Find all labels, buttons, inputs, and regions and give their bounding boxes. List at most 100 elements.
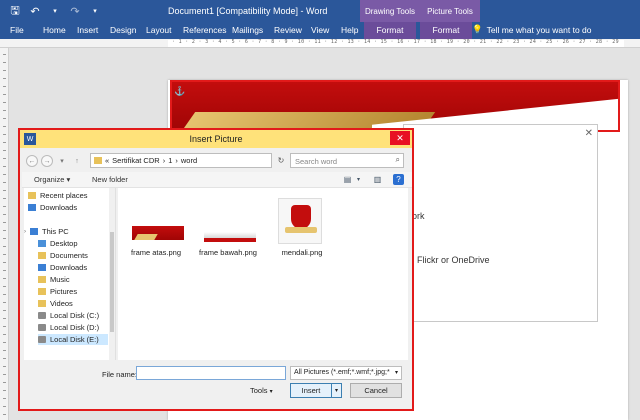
nav-scrollbar-thumb[interactable]: [110, 232, 114, 332]
frame-atas-image: [132, 226, 184, 240]
videos-icon: [38, 300, 46, 307]
nav-item-downloads[interactable]: Downloads: [28, 202, 112, 213]
insert-dropdown-icon[interactable]: ▾: [331, 384, 341, 397]
tell-me-box[interactable]: 💡 Tell me what you want to do: [472, 24, 591, 35]
nav-item-documents[interactable]: Documents: [38, 250, 115, 261]
up-icon[interactable]: ↑: [71, 155, 83, 167]
redo-icon[interactable]: ↷: [68, 4, 82, 18]
view-options-icon[interactable]: ▤: [342, 174, 353, 185]
medal-shield: [291, 205, 311, 229]
window-title: Document1 [Compatibility Mode] - Word: [168, 6, 328, 16]
tab-layout[interactable]: Layout: [146, 25, 172, 35]
horizontal-ruler[interactable]: · 1 · 2 · 3 · 4 · 5 · 6 · 7 · 8 · 9 · 10…: [0, 39, 640, 48]
back-icon[interactable]: ←: [26, 155, 38, 167]
nav-item-desktop[interactable]: Desktop: [38, 238, 115, 249]
file-item-frame-atas[interactable]: frame atas.png: [124, 198, 188, 257]
file-name: mendali.png: [281, 248, 323, 257]
online-panel-text-2: , Flickr or OneDrive: [412, 255, 490, 265]
tab-references[interactable]: References: [183, 25, 226, 35]
tab-design[interactable]: Design: [110, 25, 136, 35]
new-folder-button[interactable]: New folder: [92, 175, 128, 184]
nav-item-label: Recent places: [40, 191, 88, 200]
nav-item-label: Videos: [50, 299, 73, 308]
expand-icon[interactable]: ›: [24, 229, 26, 235]
ruler-tick: [3, 206, 6, 207]
file-name-input[interactable]: [136, 366, 286, 380]
tab-file[interactable]: File: [10, 25, 24, 35]
chevron-down-icon: ▾: [394, 370, 398, 376]
computer-icon: [30, 228, 38, 235]
breadcrumb-chevrons: «: [105, 156, 110, 165]
undo-dropdown-icon[interactable]: ▾: [48, 4, 62, 18]
mendali-image: [278, 198, 322, 244]
insert-picture-dialog: W Insert Picture ✕ ← → ▾ ↑ « Sertifikat …: [18, 128, 414, 411]
dialog-title-bar[interactable]: W Insert Picture ✕: [20, 130, 412, 148]
tab-format-picture[interactable]: Format: [420, 22, 472, 39]
undo-icon[interactable]: ↶: [28, 4, 42, 18]
nav-item-this-pc[interactable]: › This PC: [24, 226, 108, 237]
nav-item-videos[interactable]: Videos: [38, 298, 115, 309]
nav-item-local-disk-c[interactable]: Local Disk (C:): [38, 310, 115, 321]
ruler-tick: [3, 110, 6, 111]
online-pictures-panel: ✕ ork , Flickr or OneDrive: [403, 124, 598, 322]
insert-button[interactable]: Insert ▾: [290, 383, 342, 398]
customize-qat-icon[interactable]: ▾: [88, 4, 102, 18]
breadcrumb-1[interactable]: 1: [168, 156, 172, 165]
nav-scrollbar[interactable]: [109, 188, 115, 360]
tab-review[interactable]: Review: [274, 25, 302, 35]
ribbon-tabs: File Home Insert Design Layout Reference…: [0, 22, 640, 39]
drive-icon: [38, 336, 46, 343]
breadcrumb-sertifikat[interactable]: Sertifikat CDR: [112, 156, 160, 165]
downloads-icon: [28, 204, 36, 211]
tab-insert[interactable]: Insert: [77, 25, 98, 35]
file-type-select[interactable]: All Pictures (*.emf;*.wmf;*.jpg;* ▾: [290, 366, 402, 380]
forward-icon[interactable]: →: [41, 155, 53, 167]
ruler-tick: [3, 278, 6, 279]
drive-icon: [38, 312, 46, 319]
frame-atas-thumbnail: [124, 198, 188, 244]
documents-icon: [38, 252, 46, 259]
preview-pane-icon[interactable]: ▥: [372, 174, 383, 185]
ruler-tick: [3, 190, 6, 191]
ruler-marks: · 1 · 2 · 3 · 4 · 5 · 6 · 7 · 8 · 9 · 10…: [172, 39, 619, 45]
breadcrumb-word[interactable]: word: [181, 156, 197, 165]
dialog-close-button[interactable]: ✕: [390, 131, 410, 145]
nav-item-label: Documents: [50, 251, 88, 260]
search-input[interactable]: Search word ⌕: [290, 153, 404, 168]
nav-item-label: Desktop: [50, 239, 78, 248]
organize-button[interactable]: Organize ▾: [34, 175, 70, 184]
tools-menu[interactable]: Tools ▾: [250, 386, 273, 395]
address-bar[interactable]: « Sertifikat CDR › 1 › word: [90, 153, 272, 168]
ruler-tick: [3, 358, 6, 359]
ruler-tick: [3, 230, 6, 231]
help-icon[interactable]: ?: [393, 174, 404, 185]
ruler-tick: [3, 350, 6, 351]
ruler-tick: [3, 414, 6, 415]
cancel-button[interactable]: Cancel: [350, 383, 402, 398]
nav-item-downloads-pc[interactable]: Downloads: [38, 262, 115, 273]
nav-item-pictures[interactable]: Pictures: [38, 286, 115, 297]
tab-format-drawing[interactable]: Format: [364, 22, 416, 39]
nav-item-local-disk-e[interactable]: Local Disk (E:): [38, 334, 108, 345]
mendali-thumbnail: [270, 198, 334, 244]
file-item-mendali[interactable]: mendali.png: [270, 198, 334, 257]
close-icon[interactable]: ✕: [585, 128, 593, 139]
tab-home[interactable]: Home: [43, 25, 66, 35]
save-icon[interactable]: 🖫: [8, 4, 22, 18]
medal-ribbon: [285, 227, 317, 233]
nav-item-music[interactable]: Music: [38, 274, 115, 285]
file-item-frame-bawah[interactable]: frame bawah.png: [196, 198, 260, 257]
tab-mailings[interactable]: Mailings: [232, 25, 263, 35]
nav-item-recent-places[interactable]: Recent places: [28, 190, 112, 201]
recent-dropdown-icon[interactable]: ▾: [56, 155, 68, 167]
ruler-tick: [3, 54, 6, 55]
quick-access-toolbar: 🖫 ↶ ▾ ↷ ▾: [8, 4, 102, 18]
ruler-tick: [3, 94, 6, 95]
nav-item-local-disk-d[interactable]: Local Disk (D:): [38, 322, 115, 333]
tab-help[interactable]: Help: [341, 25, 358, 35]
tab-view[interactable]: View: [311, 25, 329, 35]
refresh-icon[interactable]: ↻: [275, 153, 287, 168]
view-dropdown-icon[interactable]: ▾: [353, 174, 364, 185]
ruler-tick: [3, 166, 6, 167]
vertical-ruler[interactable]: [0, 48, 9, 420]
